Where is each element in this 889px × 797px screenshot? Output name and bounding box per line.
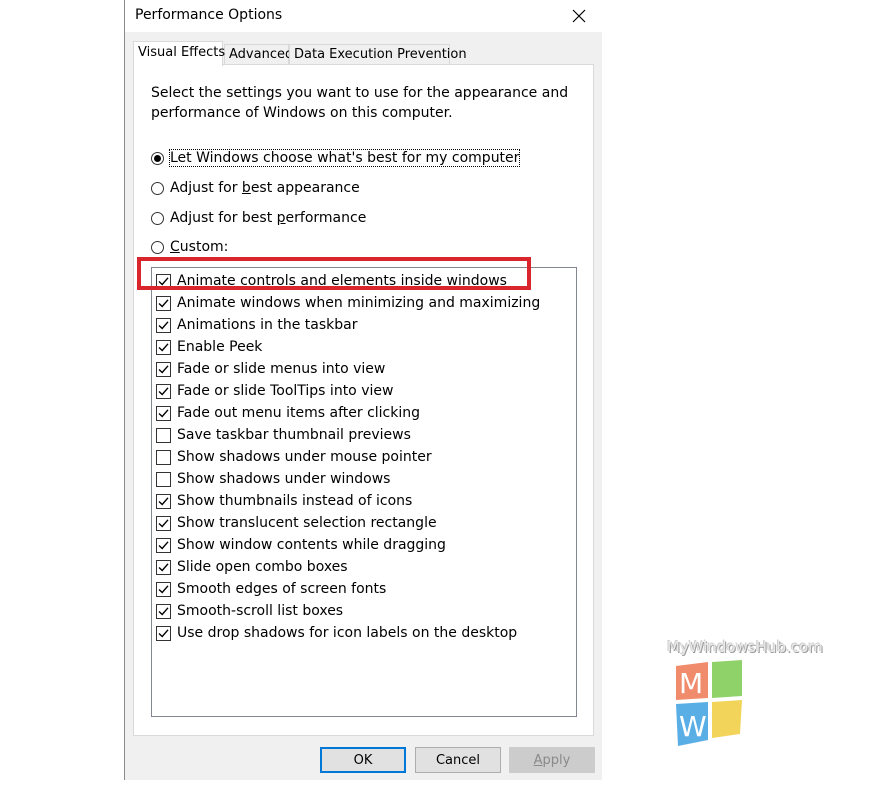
checkbox-label: Fade out menu items after clicking <box>177 405 420 421</box>
checkbox-checked[interactable] <box>156 361 171 377</box>
checkbox-item[interactable]: Show thumbnails instead of icons <box>156 490 412 512</box>
checkbox-item[interactable]: Use drop shadows for icon labels on the … <box>156 622 517 644</box>
logo-letter-w: W <box>679 710 707 743</box>
checkbox-label: Animate windows when minimizing and maxi… <box>177 295 541 311</box>
checkmark-icon <box>158 298 169 308</box>
checkbox-item[interactable]: Save taskbar thumbnail previews <box>156 424 411 446</box>
tab-advanced[interactable]: Advanced <box>224 44 293 64</box>
checkbox-unchecked[interactable] <box>156 427 171 443</box>
checkbox-item[interactable]: Show window contents while dragging <box>156 534 446 556</box>
visual-effects-panel: Select the settings you want to use for … <box>133 64 594 736</box>
checkbox-label: Show translucent selection rectangle <box>177 515 437 531</box>
checkbox-item[interactable]: Animate controls and elements inside win… <box>156 270 507 292</box>
close-button[interactable] <box>556 0 602 32</box>
mywindowshub-logo: M W <box>676 660 742 746</box>
checkbox-item[interactable]: Animate windows when minimizing and maxi… <box>156 292 540 314</box>
radio-label: Adjust for best performance <box>170 210 367 226</box>
watermark-text: MyWindowsHub.com <box>667 638 823 656</box>
performance-options-dialog: Performance Options Visual Effects Advan… <box>124 0 602 780</box>
checkbox-label: Smooth edges of screen fonts <box>177 581 387 597</box>
checkbox-item[interactable]: Enable Peek <box>156 336 262 358</box>
checkbox-checked[interactable] <box>156 515 171 531</box>
checkmark-icon <box>158 628 169 638</box>
radio-button[interactable] <box>151 240 164 254</box>
checkbox-item[interactable]: Smooth-scroll list boxes <box>156 600 343 622</box>
checkbox-checked[interactable] <box>156 383 171 399</box>
checkbox-unchecked[interactable] <box>156 471 171 487</box>
checkmark-icon <box>158 364 169 374</box>
checkbox-label: Show window contents while dragging <box>177 537 446 553</box>
radio-label: Custom: <box>170 239 229 255</box>
checkbox-label: Enable Peek <box>177 339 263 355</box>
checkmark-icon <box>158 606 169 616</box>
tab-strip: Visual Effects Advanced Data Execution P… <box>133 41 603 66</box>
checkbox-item[interactable]: Fade or slide menus into view <box>156 358 385 380</box>
checkbox-checked[interactable] <box>156 625 171 641</box>
checkbox-label: Smooth-scroll list boxes <box>177 603 344 619</box>
checkbox-checked[interactable] <box>156 537 171 553</box>
checkbox-item[interactable]: Smooth edges of screen fonts <box>156 578 386 600</box>
radio-custom[interactable]: Custom: <box>151 237 228 257</box>
apply-button[interactable]: Apply <box>509 747 595 773</box>
checkbox-checked[interactable] <box>156 295 171 311</box>
checkbox-label: Save taskbar thumbnail previews <box>177 427 411 443</box>
checkbox-checked[interactable] <box>156 493 171 509</box>
checkbox-item[interactable]: Fade out menu items after clicking <box>156 402 420 424</box>
checkbox-checked[interactable] <box>156 603 171 619</box>
checkmark-icon <box>158 540 169 550</box>
checkbox-checked[interactable] <box>156 273 171 289</box>
tab-data-execution-prevention[interactable]: Data Execution Prevention <box>289 44 467 64</box>
ok-button[interactable]: OK <box>320 747 406 773</box>
radio-best-performance[interactable]: Adjust for best performance <box>151 208 366 228</box>
logo-letter-m: M <box>679 667 703 700</box>
radio-button-selected[interactable] <box>151 151 164 165</box>
title-bar: Performance Options <box>125 0 602 32</box>
checkmark-icon <box>158 386 169 396</box>
checkmark-icon <box>158 320 169 330</box>
checkbox-item[interactable]: Animations in the taskbar <box>156 314 357 336</box>
checkmark-icon <box>158 408 169 418</box>
apply-label: Apply <box>533 752 571 768</box>
checkbox-checked[interactable] <box>156 339 171 355</box>
radio-label: Adjust for best appearance <box>170 180 360 196</box>
checkbox-label: Show thumbnails instead of icons <box>177 493 413 509</box>
window-title: Performance Options <box>135 7 283 23</box>
tab-visual-effects[interactable]: Visual Effects <box>133 41 225 66</box>
checkmark-icon <box>158 584 169 594</box>
radio-button[interactable] <box>151 211 164 225</box>
checkbox-checked[interactable] <box>156 317 171 333</box>
checkbox-label: Animations in the taskbar <box>177 317 358 333</box>
radio-best-appearance[interactable]: Adjust for best appearance <box>151 178 360 198</box>
checkbox-checked[interactable] <box>156 405 171 421</box>
cancel-button[interactable]: Cancel <box>415 747 501 773</box>
checkmark-icon <box>158 276 169 286</box>
checkbox-checked[interactable] <box>156 581 171 597</box>
checkbox-label: Fade or slide ToolTips into view <box>177 383 394 399</box>
checkbox-label: Slide open combo boxes <box>177 559 348 575</box>
checkbox-item[interactable]: Show shadows under mouse pointer <box>156 446 432 468</box>
checkbox-label: Show shadows under mouse pointer <box>177 449 432 465</box>
checkbox-label: Animate controls and elements inside win… <box>177 273 507 289</box>
close-icon <box>572 9 586 23</box>
description-text: Select the settings you want to use for … <box>151 85 569 121</box>
checkbox-item[interactable]: Show translucent selection rectangle <box>156 512 437 534</box>
checkbox-label: Use drop shadows for icon labels on the … <box>177 625 518 641</box>
checkbox-label: Fade or slide menus into view <box>177 361 386 377</box>
checkmark-icon <box>158 342 169 352</box>
checkbox-item[interactable]: Slide open combo boxes <box>156 556 348 578</box>
checkmark-icon <box>158 518 169 528</box>
checkmark-icon <box>158 496 169 506</box>
radio-label: Let Windows choose what's best for my co… <box>168 149 521 167</box>
checkbox-label: Show shadows under windows <box>177 471 391 487</box>
checkbox-unchecked[interactable] <box>156 449 171 465</box>
checkbox-item[interactable]: Show shadows under windows <box>156 468 390 490</box>
visual-effects-list[interactable]: Animate controls and elements inside win… <box>151 267 577 717</box>
checkmark-icon <box>158 562 169 572</box>
checkbox-checked[interactable] <box>156 559 171 575</box>
radio-let-windows-choose[interactable]: Let Windows choose what's best for my co… <box>151 148 521 168</box>
checkbox-item[interactable]: Fade or slide ToolTips into view <box>156 380 393 402</box>
radio-button[interactable] <box>151 181 164 195</box>
